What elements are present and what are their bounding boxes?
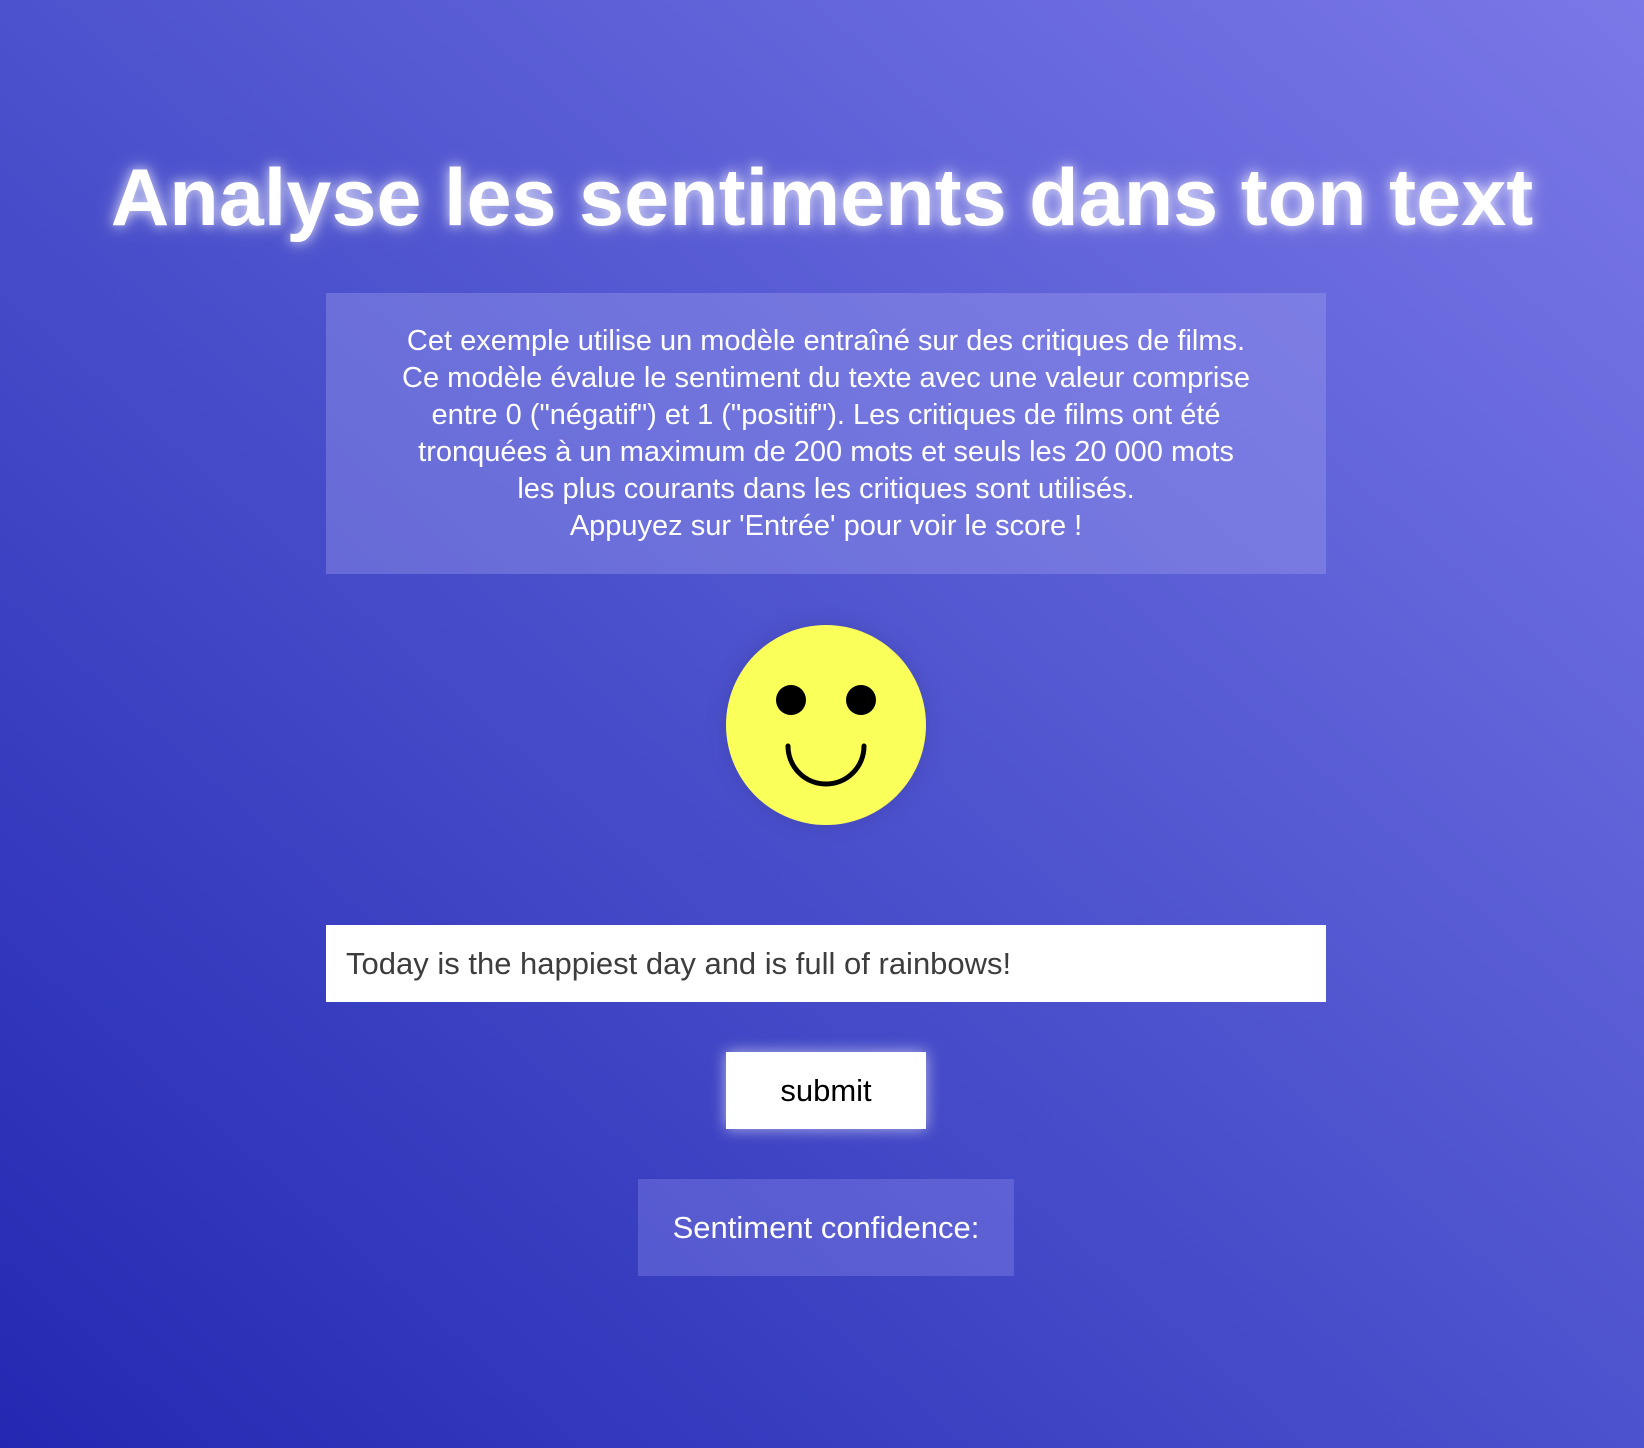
review-text-input[interactable]: [326, 925, 1326, 1002]
left-eye: [776, 685, 806, 715]
submit-button[interactable]: submit: [726, 1052, 926, 1129]
right-eye: [846, 685, 876, 715]
description-line: entre 0 ("négatif") et 1 ("positif"). Le…: [431, 399, 1221, 431]
description-panel: Cet exemple utilise un modèle entraîné s…: [326, 293, 1326, 574]
description-line: Appuyez sur 'Entrée' pour voir le score …: [569, 510, 1083, 542]
smiley-face-icon: [726, 625, 926, 825]
sentiment-confidence-label: Sentiment confidence:: [672, 1209, 980, 1245]
sentiment-confidence-panel: Sentiment confidence:: [638, 1179, 1014, 1276]
smile-mouth: [785, 743, 867, 787]
description-line: Cet exemple utilise un modèle entraîné s…: [406, 325, 1246, 357]
description-line: Ce modèle évalue le sentiment du texte a…: [402, 362, 1250, 394]
page-title: Analyse les sentiments dans ton text: [110, 153, 1534, 243]
description-line: les plus courants dans les critiques son…: [517, 473, 1135, 505]
description-line: tronquées à un maximum de 200 mots et se…: [418, 436, 1234, 468]
sentiment-page: Analyse les sentiments dans ton text Cet…: [0, 0, 1644, 1448]
smiley-face-graphic: [776, 685, 876, 787]
